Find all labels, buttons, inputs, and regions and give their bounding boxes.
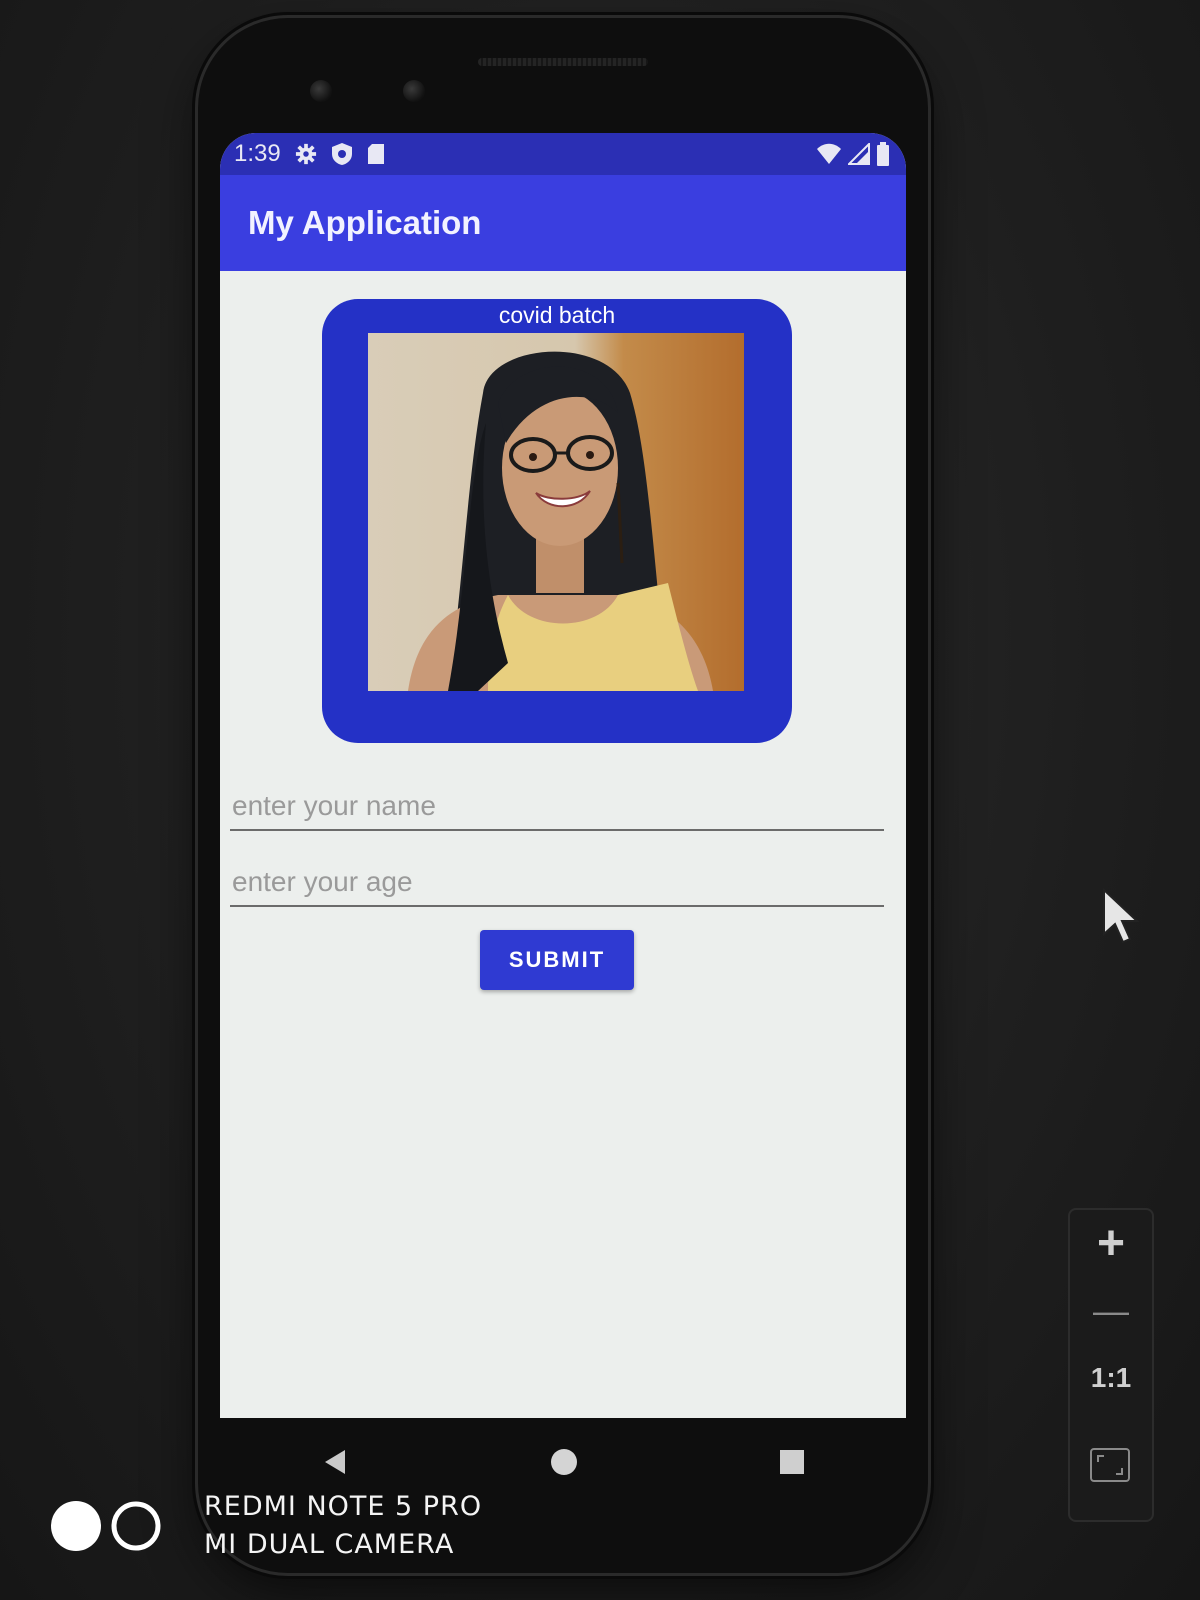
age-input[interactable] [230, 859, 884, 907]
earpiece-speaker [478, 58, 648, 66]
emulator-zoom-controls: + — 1:1 [1068, 1208, 1154, 1522]
battery-icon [877, 142, 889, 166]
phone-frame: 1:39 My Application covid batch enter yo… [198, 18, 928, 1573]
photo-card: covid batch [322, 299, 792, 743]
zoom-out-button[interactable]: — [1070, 1290, 1152, 1332]
home-icon[interactable] [550, 1448, 578, 1476]
status-bar: 1:39 [220, 133, 906, 175]
person-photo [368, 333, 744, 691]
recents-icon[interactable] [779, 1449, 805, 1475]
fit-screen-icon[interactable] [1090, 1448, 1130, 1482]
submit-button[interactable]: SUBMIT [480, 930, 634, 990]
app-title: My Application [248, 204, 482, 241]
wifi-icon [817, 143, 841, 164]
front-camera-icon [310, 80, 332, 102]
zoom-in-button[interactable]: + [1070, 1216, 1152, 1271]
camera-watermark: REDMI NOTE 5 PRO MI DUAL CAMERA [48, 1488, 482, 1564]
sd-card-icon [367, 144, 384, 164]
watermark-line2: MI DUAL CAMERA [204, 1529, 455, 1560]
front-sensor-icon [403, 80, 425, 102]
watermark-line1: REDMI NOTE 5 PRO [204, 1491, 483, 1522]
main-content: covid batch enter your name enter your a… [220, 271, 906, 1418]
app-screen: 1:39 My Application covid batch enter yo… [220, 133, 906, 1418]
zoom-ratio-button[interactable]: 1:1 [1070, 1362, 1152, 1394]
mouse-cursor-icon [1103, 888, 1140, 944]
person-photo-illustration [408, 351, 713, 691]
back-icon[interactable] [321, 1448, 349, 1476]
app-bar: My Application [220, 175, 906, 271]
status-time: 1:39 [234, 140, 281, 167]
gear-icon [295, 143, 316, 165]
dual-camera-logo-icon [51, 1501, 161, 1551]
shield-icon [331, 143, 352, 165]
signal-icon [848, 143, 870, 165]
card-label: covid batch [498, 302, 616, 328]
name-input[interactable] [230, 783, 884, 831]
